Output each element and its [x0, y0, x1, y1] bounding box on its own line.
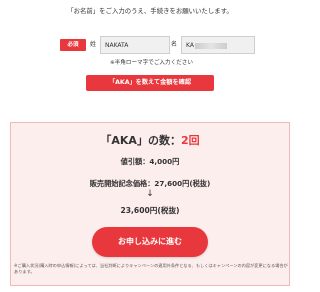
final-price: 23,600円(税抜) — [120, 206, 180, 215]
down-arrow-icon: ↓ — [146, 189, 154, 199]
mei-input-value: KA — [186, 42, 194, 49]
sei-label: 姓 — [90, 41, 97, 48]
redacted-blur — [194, 42, 227, 49]
mei-label: 名 — [171, 41, 178, 48]
apply-button[interactable]: お申し込みに進む — [92, 227, 208, 257]
name-row: 必須 姓 NAKATA 名 KA — [60, 36, 280, 56]
count-title-prefix: 「AKA」の数： — [100, 134, 181, 147]
disclaimer-text: ※ご購入状況(購入時の申込情報)によっては、当社判断によりキャンペーンの適用外条… — [14, 263, 288, 274]
aka-count-title: 「AKA」の数：2回 — [0, 132, 300, 148]
discount-amount: 値引額：4,000円 — [120, 157, 180, 166]
romaji-note: ※半角ローマ字でご入力ください — [110, 60, 193, 66]
required-badge: 必須 — [60, 39, 86, 51]
intro-text: 「お名前」をご入力のうえ、手続きをお願いいたします。 — [67, 7, 233, 15]
aka-count-value: 2回 — [180, 134, 200, 147]
launch-price: 販売開始記念価格：27,600円(税抜) — [89, 179, 211, 188]
count-aka-button[interactable]: 「AKA」を数えて金額を確認 — [86, 75, 214, 91]
sei-input[interactable]: NAKATA — [100, 36, 170, 54]
mei-input[interactable]: KA — [181, 36, 255, 54]
